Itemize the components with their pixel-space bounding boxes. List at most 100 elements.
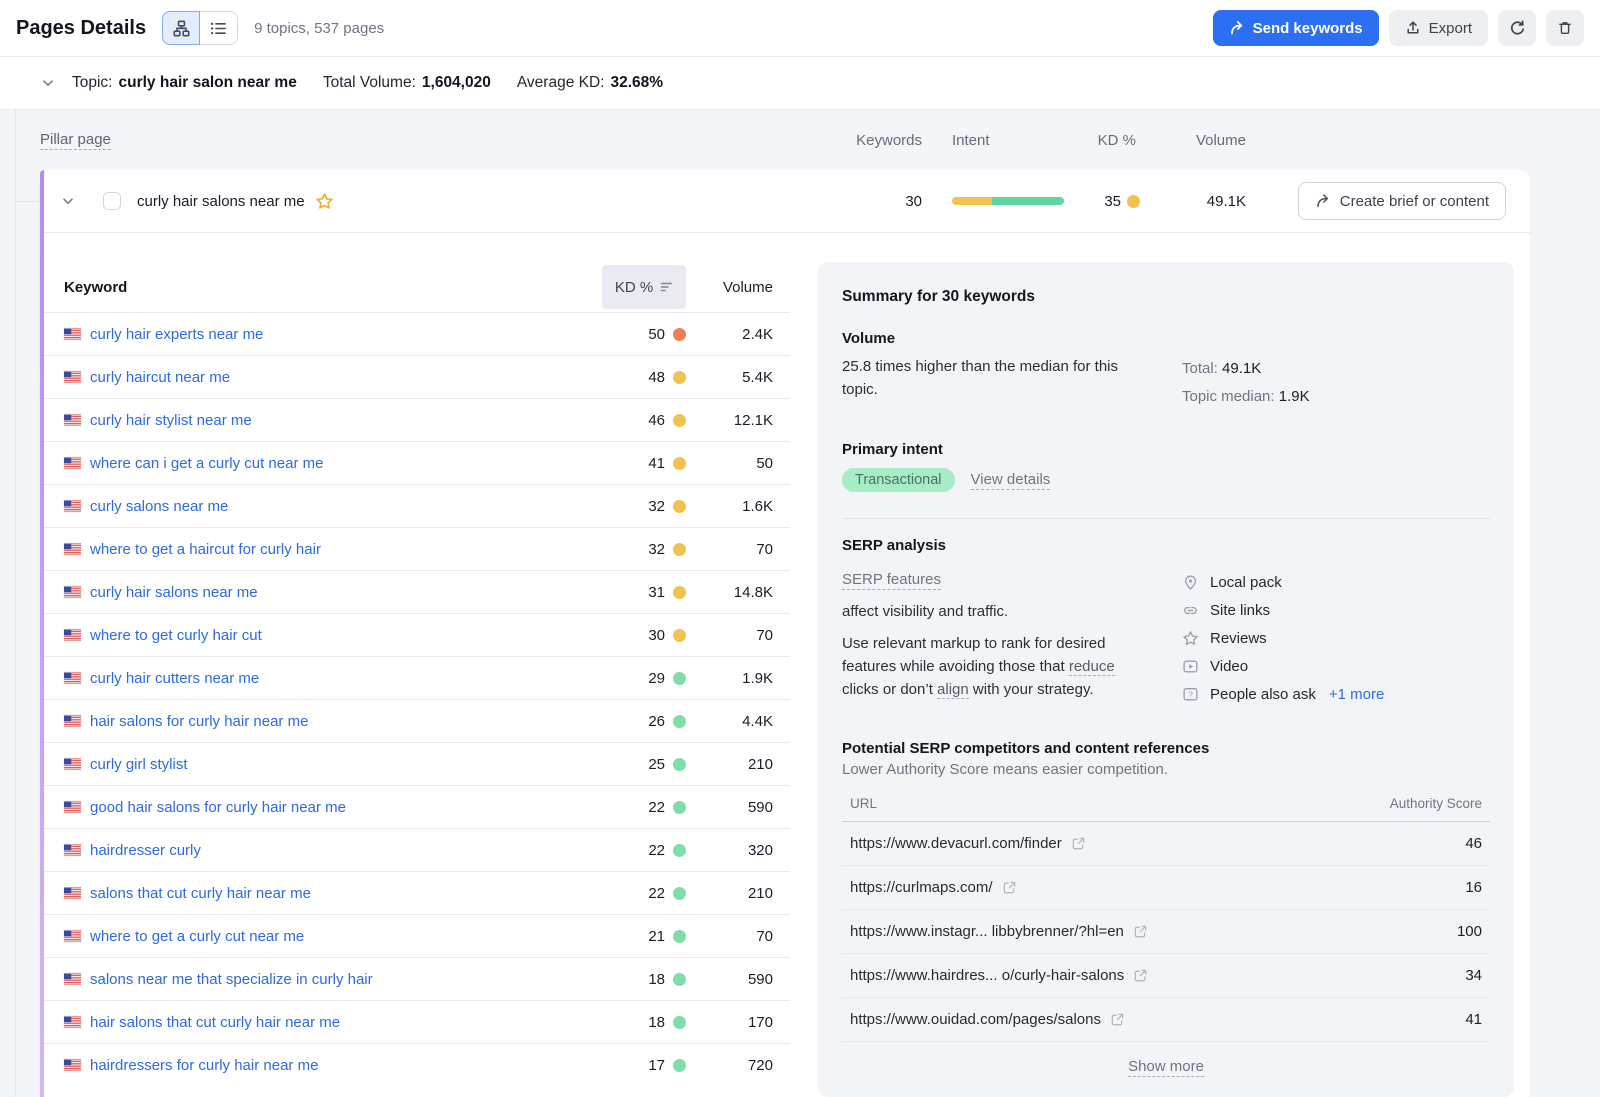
keyword-row[interactable]: hair salons for curly hair near me 26 4.…	[40, 699, 790, 742]
volume-value: 170	[686, 1014, 773, 1031]
reduce-link[interactable]: reduce	[1069, 658, 1115, 676]
kd-sort-header[interactable]: KD %	[602, 265, 686, 309]
keyword-row[interactable]: hairdressers for curly hair near me 17 7…	[40, 1043, 790, 1086]
keyword-link[interactable]: curly hair cutters near me	[90, 670, 259, 687]
volume-value: 70	[686, 541, 773, 558]
competitor-url[interactable]: https://www.hairdres... o/curly-hair-sal…	[850, 967, 1148, 984]
competitor-url[interactable]: https://www.devacurl.com/finder	[850, 835, 1086, 852]
primary-intent-label: Primary intent	[842, 441, 1490, 458]
external-link-icon[interactable]	[1133, 924, 1148, 939]
show-more-link[interactable]: Show more	[1128, 1058, 1204, 1077]
pillar-row[interactable]: curly hair salons near me 30 35 49.1K	[40, 170, 1530, 233]
competitor-url[interactable]: https://www.ouidad.com/pages/salons	[850, 1011, 1125, 1028]
kd-value: 41	[648, 455, 665, 472]
view-details-link[interactable]: View details	[971, 471, 1051, 490]
authority-score-value: 34	[1465, 967, 1482, 984]
pillar-chevron-down-icon[interactable]	[60, 193, 76, 209]
keyword-link[interactable]: curly hair salons near me	[90, 584, 258, 601]
volume-value: 720	[686, 1057, 773, 1074]
keyword-row[interactable]: where can i get a curly cut near me 41 5…	[40, 441, 790, 484]
keyword-row[interactable]: curly hair salons near me 31 14.8K	[40, 570, 790, 613]
us-flag-icon	[64, 844, 81, 856]
more-features-link[interactable]: +1 more	[1329, 686, 1384, 703]
volume-value: 12.1K	[686, 412, 773, 429]
view-mode-toggle	[162, 11, 238, 45]
chevron-down-icon[interactable]	[40, 75, 56, 91]
keyword-link[interactable]: good hair salons for curly hair near me	[90, 799, 346, 816]
keyword-column-header: Keyword	[64, 279, 586, 296]
keyword-link[interactable]: hair salons that cut curly hair near me	[90, 1014, 340, 1031]
us-flag-icon	[64, 973, 81, 985]
keyword-link[interactable]: curly girl stylist	[90, 756, 188, 773]
topic-row[interactable]: Topic: curly hair salon near me Total Vo…	[0, 57, 1600, 110]
kd-value: 50	[648, 326, 665, 343]
keyword-link[interactable]: where can i get a curly cut near me	[90, 455, 323, 472]
keyword-link[interactable]: salons near me that specialize in curly …	[90, 971, 373, 988]
pillar-page-header[interactable]: Pillar page	[40, 131, 111, 150]
external-link-icon[interactable]	[1110, 1012, 1125, 1027]
send-keywords-button[interactable]: Send keywords	[1213, 10, 1379, 46]
keyword-link[interactable]: where to get curly hair cut	[90, 627, 262, 644]
serp-features-link[interactable]: SERP features	[842, 571, 941, 590]
keyword-row[interactable]: curly hair experts near me 50 2.4K	[40, 312, 790, 355]
keyword-link[interactable]: salons that cut curly hair near me	[90, 885, 311, 902]
topic-label: Topic:	[72, 74, 113, 92]
keyword-link[interactable]: hairdresser curly	[90, 842, 201, 859]
volume-value: 1.6K	[686, 498, 773, 515]
pillar-checkbox[interactable]	[103, 192, 121, 210]
volume-value: 5.4K	[686, 369, 773, 386]
serp-feature-item: ? People also ask +1 more	[1182, 680, 1490, 708]
keyword-link[interactable]: where to get a haircut for curly hair	[90, 541, 321, 558]
keyword-link[interactable]: hairdressers for curly hair near me	[90, 1057, 318, 1074]
list-view-button[interactable]	[200, 11, 238, 45]
mindmap-view-button[interactable]	[162, 11, 200, 45]
create-brief-button[interactable]: Create brief or content	[1298, 182, 1506, 220]
volume-value: 210	[686, 885, 773, 902]
competitors-title: Potential SERP competitors and content r…	[842, 740, 1490, 757]
keyword-row[interactable]: curly hair cutters near me 29 1.9K	[40, 656, 790, 699]
competitors-table: URL Authority Score https://www.devacurl…	[842, 796, 1490, 1042]
keyword-link[interactable]: hair salons for curly hair near me	[90, 713, 308, 730]
keyword-row[interactable]: salons near me that specialize in curly …	[40, 957, 790, 1000]
serp-features-list: Local pack Site links Reviews Video ? Pe…	[1182, 568, 1490, 708]
star-icon[interactable]	[315, 192, 334, 211]
keyword-row[interactable]: where to get curly hair cut 30 70	[40, 613, 790, 656]
sitemap-icon	[173, 20, 190, 37]
keyword-link[interactable]: curly hair stylist near me	[90, 412, 252, 429]
external-link-icon[interactable]	[1133, 968, 1148, 983]
keyword-row[interactable]: curly girl stylist 25 210	[40, 742, 790, 785]
average-kd-value: 32.68%	[610, 74, 663, 92]
intent-bar	[952, 197, 1064, 205]
keyword-row[interactable]: hair salons that cut curly hair near me …	[40, 1000, 790, 1043]
keyword-link[interactable]: curly hair experts near me	[90, 326, 263, 343]
refresh-icon	[1509, 20, 1526, 37]
keyword-row[interactable]: curly hair stylist near me 46 12.1K	[40, 398, 790, 441]
kd-dot	[673, 1016, 686, 1029]
keyword-link[interactable]: curly salons near me	[90, 498, 228, 515]
external-link-icon[interactable]	[1071, 836, 1086, 851]
kd-value: 22	[648, 799, 665, 816]
keyword-link[interactable]: curly haircut near me	[90, 369, 230, 386]
export-button[interactable]: Export	[1389, 10, 1488, 46]
keyword-row[interactable]: where to get a haircut for curly hair 32…	[40, 527, 790, 570]
keyword-row[interactable]: curly salons near me 32 1.6K	[40, 484, 790, 527]
keyword-row[interactable]: salons that cut curly hair near me 22 21…	[40, 871, 790, 914]
keyword-row[interactable]: hairdresser curly 22 320	[40, 828, 790, 871]
keyword-row[interactable]: curly haircut near me 48 5.4K	[40, 355, 790, 398]
kd-dot	[673, 973, 686, 986]
keyword-link[interactable]: where to get a curly cut near me	[90, 928, 304, 945]
kd-value: 32	[648, 541, 665, 558]
keyword-table-body: curly hair experts near me 50 2.4K curly…	[40, 312, 790, 1086]
competitor-row: https://www.ouidad.com/pages/salons 41	[842, 998, 1490, 1042]
pages-details-app: Pages Details	[0, 0, 1600, 1097]
delete-button[interactable]	[1546, 10, 1584, 46]
competitor-url[interactable]: https://www.instagr... libbybrenner/?hl=…	[850, 923, 1148, 940]
align-link[interactable]: align	[937, 681, 969, 699]
pillar-page-name[interactable]: curly hair salons near me	[137, 193, 305, 210]
external-link-icon[interactable]	[1002, 880, 1017, 895]
competitor-url[interactable]: https://curlmaps.com/	[850, 879, 1017, 896]
keyword-row[interactable]: where to get a curly cut near me 21 70	[40, 914, 790, 957]
keyword-row[interactable]: good hair salons for curly hair near me …	[40, 785, 790, 828]
refresh-button[interactable]	[1498, 10, 1536, 46]
reviews-icon	[1182, 630, 1199, 647]
